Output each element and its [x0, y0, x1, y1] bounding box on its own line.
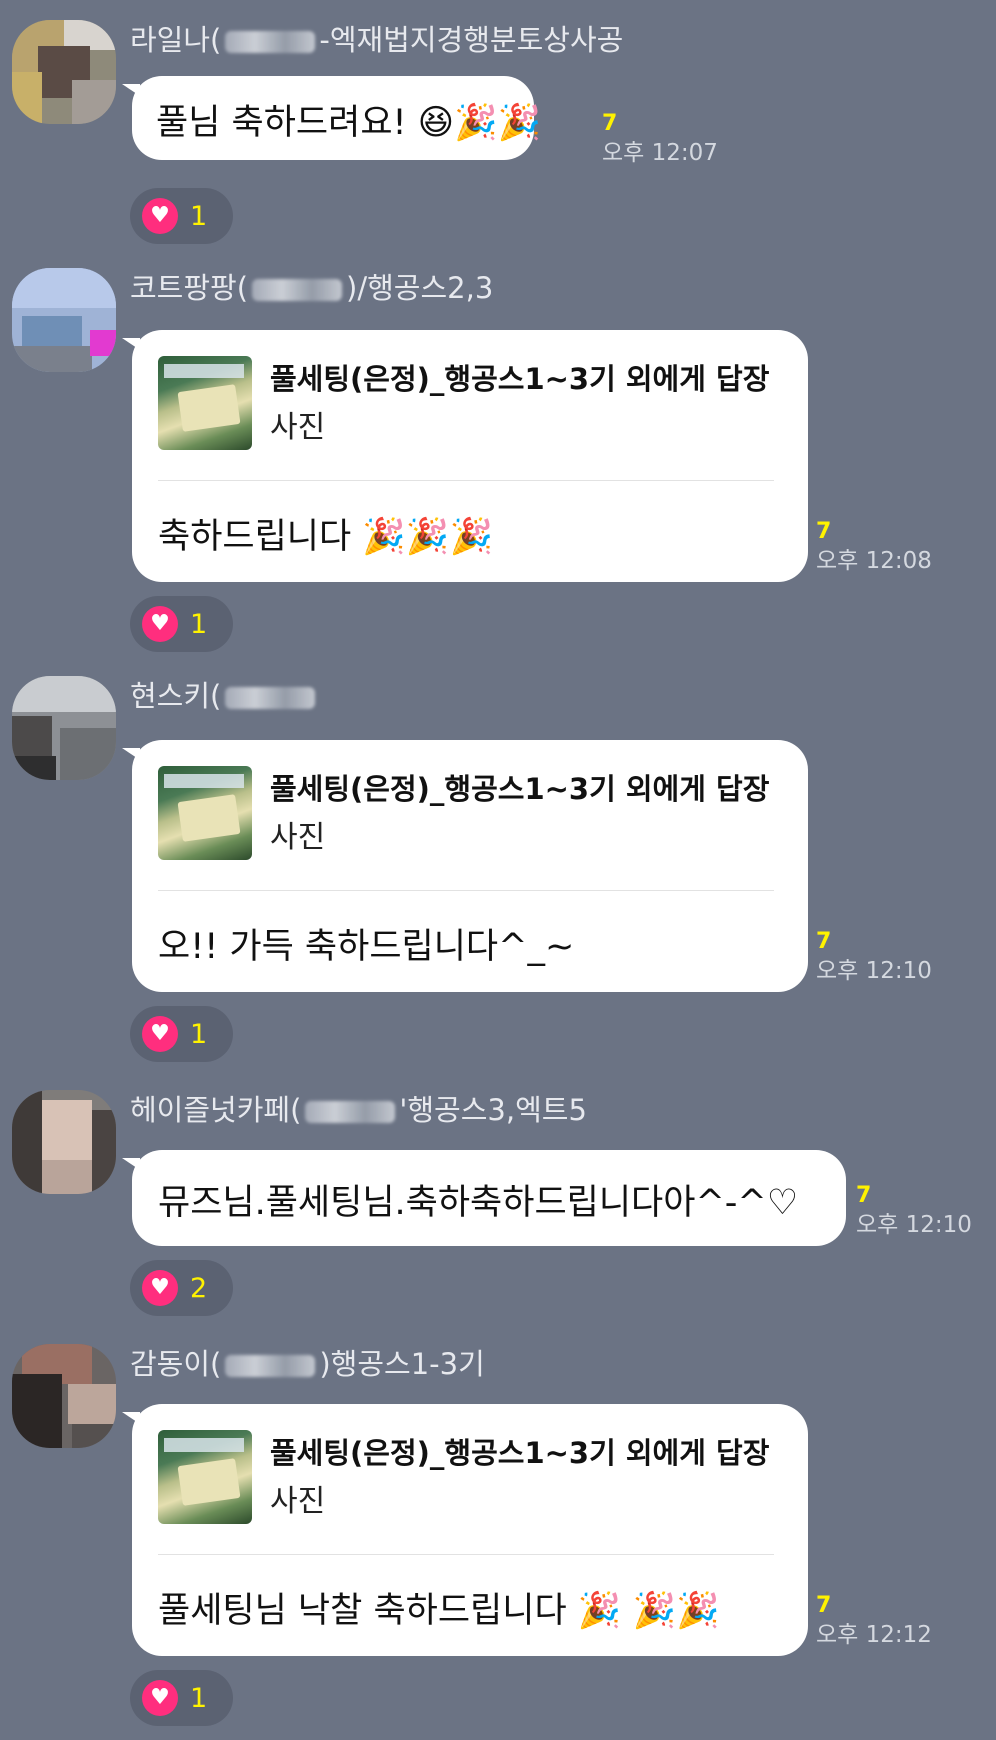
message-bubble[interactable]: 풀님 축하드려요! 😆🎉🎉 [122, 76, 541, 160]
reply-title: 풀세팅(은정)_행공스1~3기 외에게 답장 [270, 1436, 770, 1470]
reply-thumbnail [158, 1430, 252, 1524]
reply-title: 풀세팅(은정)_행공스1~3기 외에게 답장 [270, 772, 770, 806]
message-bubble[interactable]: 뮤즈님.풀세팅님.축하축하드립니다아^-^♡ [122, 1150, 846, 1246]
message-meta: 7 오후 12:08 [816, 520, 932, 578]
sender-name: 코트팡팡()/행공스2,3 [130, 271, 494, 305]
reply-thumbnail [158, 356, 252, 450]
reply-divider [158, 480, 774, 481]
heart-icon: ♥ [142, 1270, 178, 1306]
reaction-count: 1 [190, 608, 208, 640]
message-text: 축하드립니다 🎉🎉🎉 [158, 517, 494, 557]
message-text: 풀세팅님 낙찰 축하드립니다 🎉 🎉🎉 [158, 1591, 720, 1631]
message-bubble[interactable]: 풀세팅(은정)_행공스1~3기 외에게 답장 사진 오!! 가득 축하드립니다^… [122, 740, 808, 992]
message-meta: 7 오후 12:10 [856, 1184, 972, 1242]
sender-name: 헤이즐넛카페('행공스3,엑트5 [130, 1093, 587, 1127]
reply-thumbnail [158, 766, 252, 860]
reaction-count: 1 [190, 1682, 208, 1714]
heart-icon: ♥ [142, 1680, 178, 1716]
message-meta: 7 오후 12:12 [816, 1594, 932, 1652]
avatar[interactable] [12, 676, 116, 780]
unread-count: 7 [602, 111, 618, 136]
message-bubble[interactable]: 풀세팅(은정)_행공스1~3기 외에게 답장 사진 축하드립니다 🎉🎉🎉 [122, 330, 808, 582]
timestamp: 오후 12:12 [816, 1622, 932, 1648]
timestamp: 오후 12:08 [816, 548, 932, 574]
reaction-badge[interactable]: ♥ 1 [130, 596, 234, 652]
reply-subtitle: 사진 [270, 410, 326, 445]
message-meta: 7 오후 12:07 [602, 112, 718, 170]
reaction-badge[interactable]: ♥ 1 [130, 1670, 234, 1726]
unread-count: 7 [816, 929, 832, 954]
sender-name: 감동이()행공스1-3기 [130, 1347, 485, 1381]
avatar[interactable] [12, 1090, 116, 1194]
timestamp: 오후 12:10 [816, 958, 932, 984]
reaction-count: 1 [190, 200, 208, 232]
reply-preview[interactable]: 풀세팅(은정)_행공스1~3기 외에게 답장 사진 [158, 356, 782, 454]
reply-title: 풀세팅(은정)_행공스1~3기 외에게 답장 [270, 362, 770, 396]
reaction-count: 2 [190, 1272, 208, 1304]
unread-count: 7 [816, 1593, 832, 1618]
unread-count: 7 [816, 519, 832, 544]
message-text: 오!! 가득 축하드립니다^_~ [158, 927, 575, 967]
message-text: 풀님 축하드려요! 😆🎉🎉 [156, 103, 542, 143]
timestamp: 오후 12:07 [602, 140, 718, 166]
message-text: 뮤즈님.풀세팅님.축하축하드립니다아^-^♡ [158, 1183, 799, 1223]
sender-name: 라일나(-엑재법지경행분토상사공 [130, 23, 624, 57]
avatar[interactable] [12, 1344, 116, 1448]
reply-preview[interactable]: 풀세팅(은정)_행공스1~3기 외에게 답장 사진 [158, 766, 782, 864]
reply-divider [158, 890, 774, 891]
unread-count: 7 [856, 1183, 872, 1208]
heart-icon: ♥ [142, 606, 178, 642]
reply-subtitle: 사진 [270, 1484, 326, 1519]
heart-icon: ♥ [142, 1016, 178, 1052]
reaction-badge[interactable]: ♥ 1 [130, 1006, 234, 1062]
sender-name: 현스키( [130, 676, 319, 716]
avatar[interactable] [12, 268, 116, 372]
reaction-badge[interactable]: ♥ 2 [130, 1260, 234, 1316]
timestamp: 오후 12:10 [856, 1212, 972, 1238]
message-bubble[interactable]: 풀세팅(은정)_행공스1~3기 외에게 답장 사진 풀세팅님 낙찰 축하드립니다… [122, 1404, 808, 1656]
reaction-badge[interactable]: ♥ 1 [130, 188, 234, 244]
message-meta: 7 오후 12:10 [816, 930, 932, 988]
reaction-count: 1 [190, 1018, 208, 1050]
reply-subtitle: 사진 [270, 820, 326, 855]
avatar[interactable] [12, 20, 116, 124]
reply-preview[interactable]: 풀세팅(은정)_행공스1~3기 외에게 답장 사진 [158, 1430, 782, 1528]
heart-icon: ♥ [142, 198, 178, 234]
reply-divider [158, 1554, 774, 1555]
